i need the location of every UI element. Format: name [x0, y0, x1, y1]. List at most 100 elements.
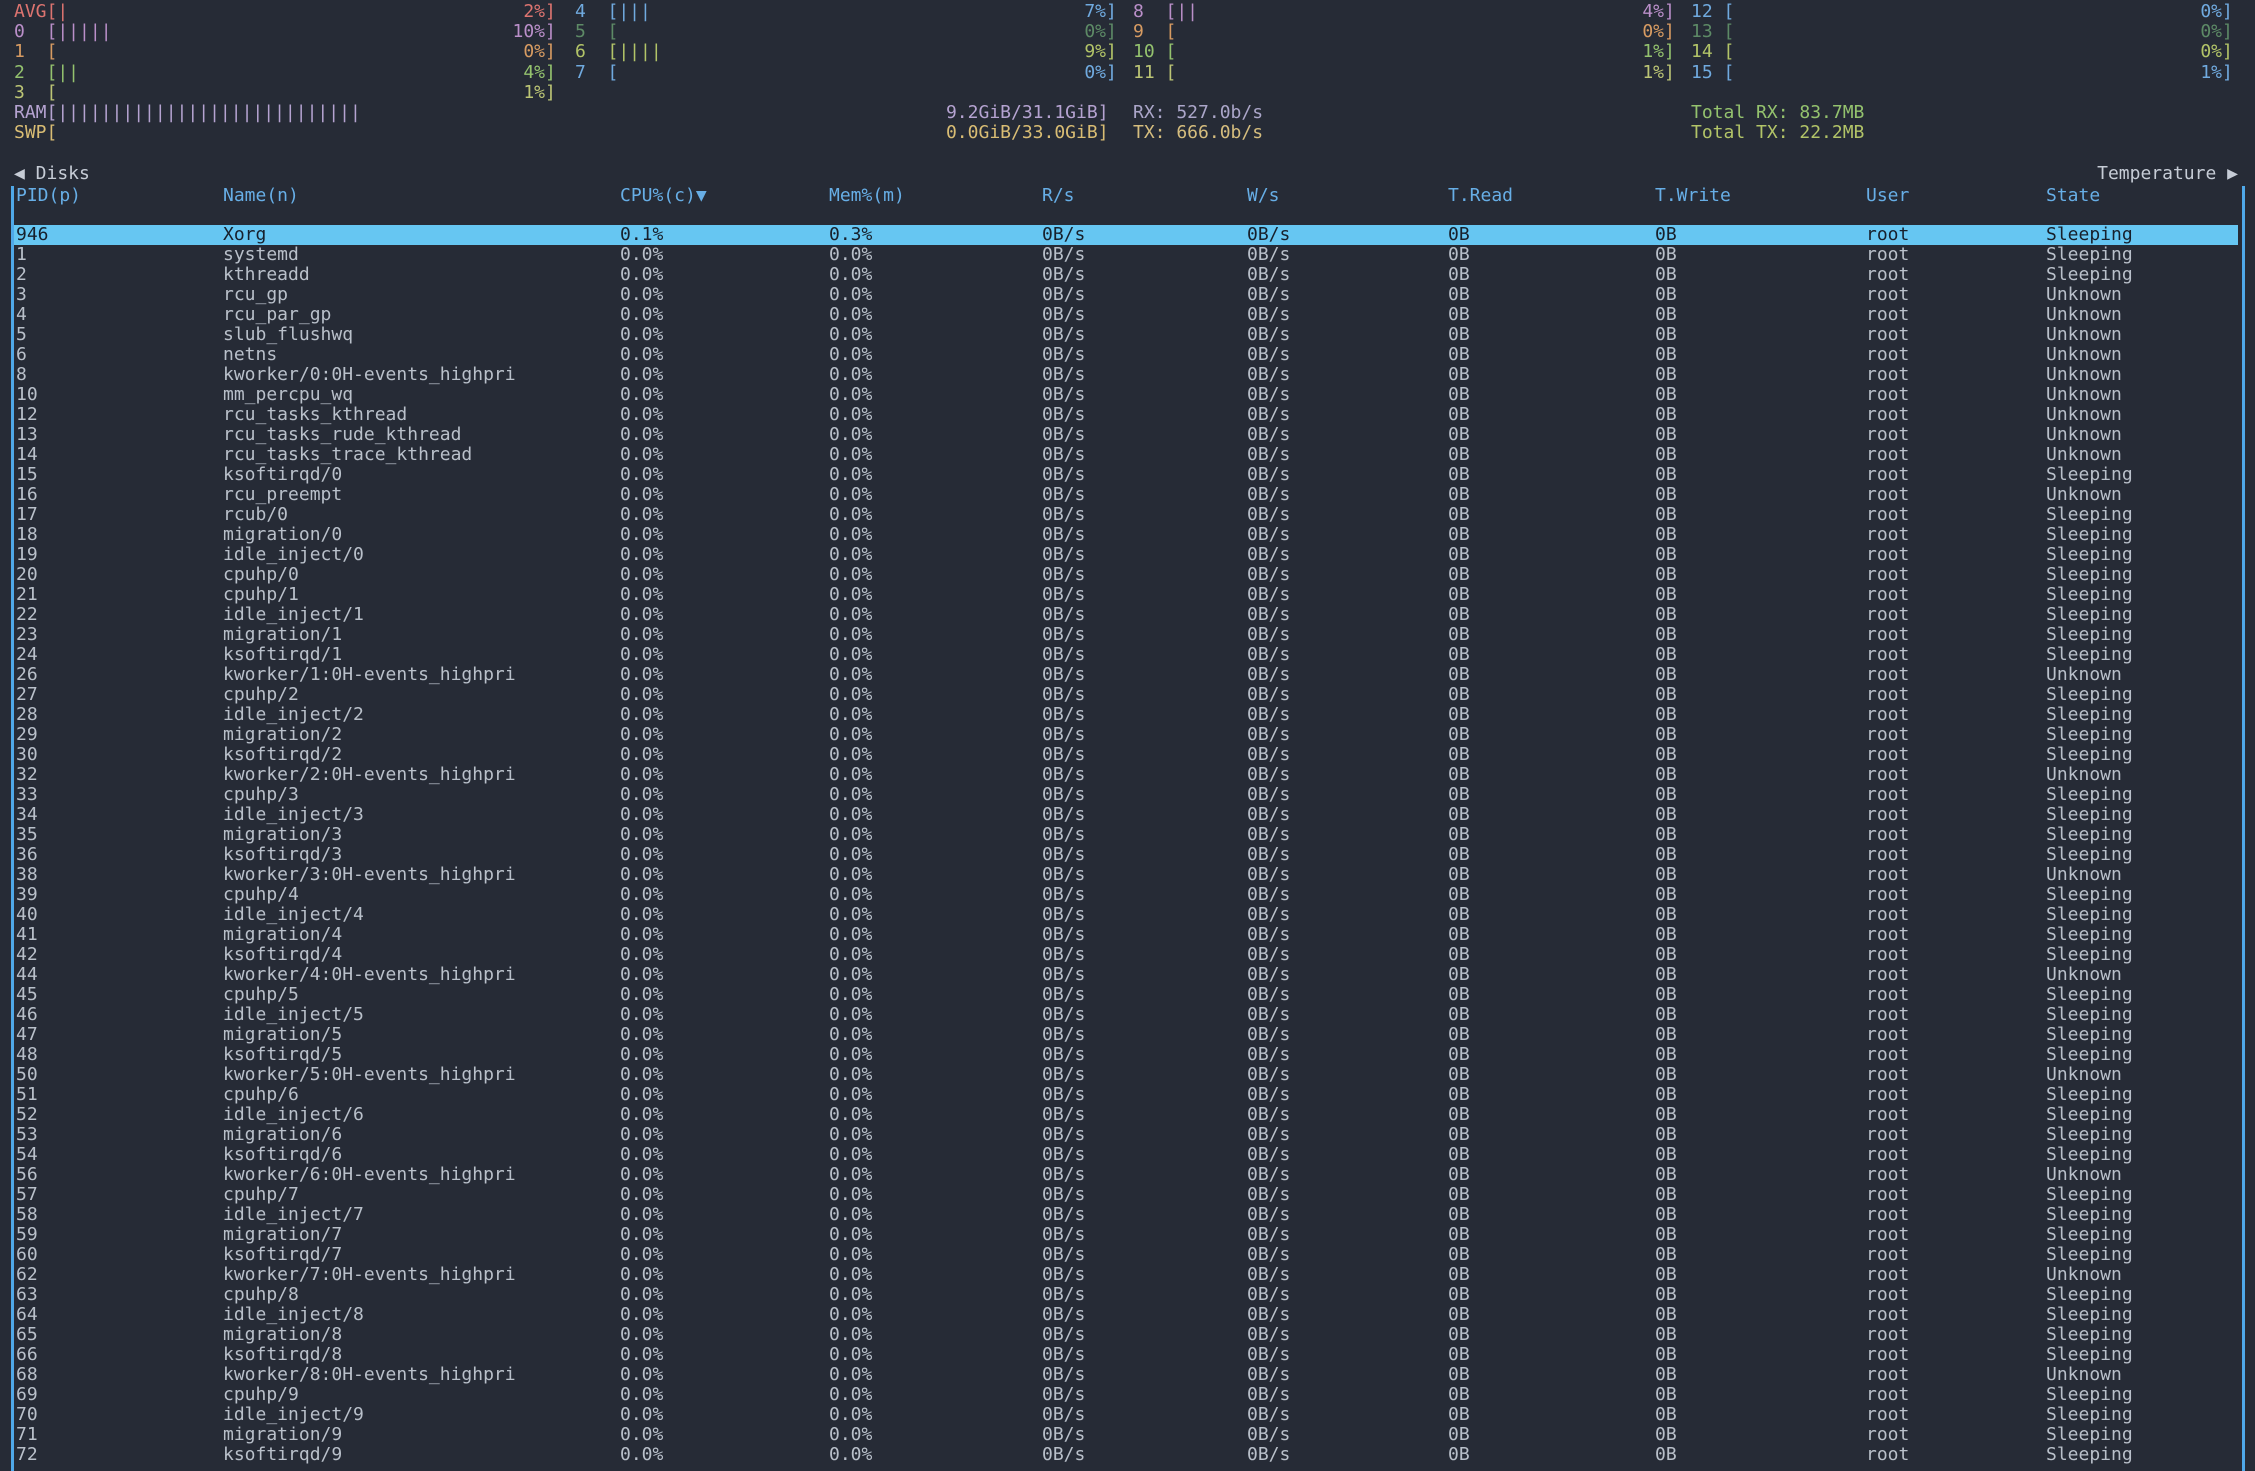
- table-row[interactable]: 20cpuhp/00.0%0.0%0B/s0B/s0B0BrootSleepin…: [14, 565, 2238, 585]
- table-row[interactable]: 8kworker/0:0H-events_highpri0.0%0.0%0B/s…: [14, 365, 2238, 385]
- cell-user: root: [1866, 1345, 1909, 1365]
- table-row[interactable]: 63cpuhp/80.0%0.0%0B/s0B/s0B0BrootSleepin…: [14, 1285, 2238, 1305]
- table-row[interactable]: 60ksoftirqd/70.0%0.0%0B/s0B/s0B0BrootSle…: [14, 1245, 2238, 1265]
- table-row[interactable]: 50kworker/5:0H-events_highpri0.0%0.0%0B/…: [14, 1065, 2238, 1085]
- table-row[interactable]: 3rcu_gp0.0%0.0%0B/s0B/s0B0BrootUnknown: [14, 285, 2238, 305]
- table-row[interactable]: 29migration/20.0%0.0%0B/s0B/s0B0BrootSle…: [14, 725, 2238, 745]
- table-row[interactable]: 52idle_inject/60.0%0.0%0B/s0B/s0B0BrootS…: [14, 1105, 2238, 1125]
- table-row[interactable]: 10mm_percpu_wq0.0%0.0%0B/s0B/s0B0BrootUn…: [14, 385, 2238, 405]
- table-row[interactable]: 34idle_inject/30.0%0.0%0B/s0B/s0B0BrootS…: [14, 805, 2238, 825]
- cell-cpu: 0.0%: [620, 1185, 663, 1205]
- cell-name: mm_percpu_wq: [223, 385, 353, 405]
- column-header-total-write[interactable]: T.Write: [1655, 186, 1731, 206]
- table-row[interactable]: 51cpuhp/60.0%0.0%0B/s0B/s0B0BrootSleepin…: [14, 1085, 2238, 1105]
- table-row[interactable]: 12rcu_tasks_kthread0.0%0.0%0B/s0B/s0B0Br…: [14, 405, 2238, 425]
- cell-write-rate: 0B/s: [1247, 805, 1290, 825]
- table-row[interactable]: 69cpuhp/90.0%0.0%0B/s0B/s0B0BrootSleepin…: [14, 1385, 2238, 1405]
- cell-mem: 0.0%: [829, 1125, 872, 1145]
- cell-total-write: 0B: [1655, 345, 1677, 365]
- table-row[interactable]: 22idle_inject/10.0%0.0%0B/s0B/s0B0BrootS…: [14, 605, 2238, 625]
- table-row[interactable]: 946Xorg0.1%0.3%0B/s0B/s0B0BrootSleeping: [14, 225, 2238, 245]
- table-row[interactable]: 30ksoftirqd/20.0%0.0%0B/s0B/s0B0BrootSle…: [14, 745, 2238, 765]
- table-row[interactable]: 28idle_inject/20.0%0.0%0B/s0B/s0B0BrootS…: [14, 705, 2238, 725]
- table-row[interactable]: 45cpuhp/50.0%0.0%0B/s0B/s0B0BrootSleepin…: [14, 985, 2238, 1005]
- table-row[interactable]: 53migration/60.0%0.0%0B/s0B/s0B0BrootSle…: [14, 1125, 2238, 1145]
- cell-cpu: 0.0%: [620, 1305, 663, 1325]
- table-row[interactable]: 54ksoftirqd/60.0%0.0%0B/s0B/s0B0BrootSle…: [14, 1145, 2238, 1165]
- table-row[interactable]: 64idle_inject/80.0%0.0%0B/s0B/s0B0BrootS…: [14, 1305, 2238, 1325]
- cell-total-write: 0B: [1655, 665, 1677, 685]
- nav-disks-button[interactable]: ◀ Disks: [14, 164, 90, 184]
- cell-write-rate: 0B/s: [1247, 725, 1290, 745]
- table-row[interactable]: 44kworker/4:0H-events_highpri0.0%0.0%0B/…: [14, 965, 2238, 985]
- cell-mem: 0.0%: [829, 1305, 872, 1325]
- column-header-name[interactable]: Name(n): [223, 186, 299, 206]
- table-row[interactable]: 68kworker/8:0H-events_highpri0.0%0.0%0B/…: [14, 1365, 2238, 1385]
- cell-pid: 6: [16, 345, 27, 365]
- table-row[interactable]: 13rcu_tasks_rude_kthread0.0%0.0%0B/s0B/s…: [14, 425, 2238, 445]
- table-row[interactable]: 71migration/90.0%0.0%0B/s0B/s0B0BrootSle…: [14, 1425, 2238, 1445]
- table-row[interactable]: 39cpuhp/40.0%0.0%0B/s0B/s0B0BrootSleepin…: [14, 885, 2238, 905]
- table-row[interactable]: 15ksoftirqd/00.0%0.0%0B/s0B/s0B0BrootSle…: [14, 465, 2238, 485]
- table-row[interactable]: 38kworker/3:0H-events_highpri0.0%0.0%0B/…: [14, 865, 2238, 885]
- cell-write-rate: 0B/s: [1247, 1065, 1290, 1085]
- table-row[interactable]: 57cpuhp/70.0%0.0%0B/s0B/s0B0BrootSleepin…: [14, 1185, 2238, 1205]
- table-row[interactable]: 62kworker/7:0H-events_highpri0.0%0.0%0B/…: [14, 1265, 2238, 1285]
- table-row[interactable]: 4rcu_par_gp0.0%0.0%0B/s0B/s0B0BrootUnkno…: [14, 305, 2238, 325]
- table-row[interactable]: 14rcu_tasks_trace_kthread0.0%0.0%0B/s0B/…: [14, 445, 2238, 465]
- table-row[interactable]: 48ksoftirqd/50.0%0.0%0B/s0B/s0B0BrootSle…: [14, 1045, 2238, 1065]
- cell-write-rate: 0B/s: [1247, 705, 1290, 725]
- table-row[interactable]: 5slub_flushwq0.0%0.0%0B/s0B/s0B0BrootUnk…: [14, 325, 2238, 345]
- cell-cpu: 0.0%: [620, 805, 663, 825]
- table-row[interactable]: 1systemd0.0%0.0%0B/s0B/s0B0BrootSleeping: [14, 245, 2238, 265]
- table-row[interactable]: 23migration/10.0%0.0%0B/s0B/s0B0BrootSle…: [14, 625, 2238, 645]
- table-row[interactable]: 65migration/80.0%0.0%0B/s0B/s0B0BrootSle…: [14, 1325, 2238, 1345]
- cell-read-rate: 0B/s: [1042, 985, 1085, 1005]
- cell-write-rate: 0B/s: [1247, 225, 1290, 245]
- table-row[interactable]: 6netns0.0%0.0%0B/s0B/s0B0BrootUnknown: [14, 345, 2238, 365]
- table-row[interactable]: 40idle_inject/40.0%0.0%0B/s0B/s0B0BrootS…: [14, 905, 2238, 925]
- table-row[interactable]: 2kthreadd0.0%0.0%0B/s0B/s0B0BrootSleepin…: [14, 265, 2238, 285]
- table-row[interactable]: 58idle_inject/70.0%0.0%0B/s0B/s0B0BrootS…: [14, 1205, 2238, 1225]
- table-row[interactable]: 21cpuhp/10.0%0.0%0B/s0B/s0B0BrootSleepin…: [14, 585, 2238, 605]
- column-header-pid[interactable]: PID(p): [16, 186, 81, 206]
- column-header-mem[interactable]: Mem%(m): [829, 186, 905, 206]
- cell-cpu: 0.0%: [620, 565, 663, 585]
- cell-write-rate: 0B/s: [1247, 1445, 1290, 1465]
- cell-write-rate: 0B/s: [1247, 1125, 1290, 1145]
- cell-user: root: [1866, 1445, 1909, 1465]
- cpu-gauge-13: 13 [ 0%]: [1691, 22, 2233, 42]
- table-row[interactable]: 59migration/70.0%0.0%0B/s0B/s0B0BrootSle…: [14, 1225, 2238, 1245]
- column-header-read-rate[interactable]: R/s: [1042, 186, 1075, 206]
- table-row[interactable]: 36ksoftirqd/30.0%0.0%0B/s0B/s0B0BrootSle…: [14, 845, 2238, 865]
- table-row[interactable]: 27cpuhp/20.0%0.0%0B/s0B/s0B0BrootSleepin…: [14, 685, 2238, 705]
- table-row[interactable]: 66ksoftirqd/80.0%0.0%0B/s0B/s0B0BrootSle…: [14, 1345, 2238, 1365]
- table-row[interactable]: 16rcu_preempt0.0%0.0%0B/s0B/s0B0BrootUnk…: [14, 485, 2238, 505]
- cell-total-read: 0B: [1448, 785, 1470, 805]
- table-row[interactable]: 70idle_inject/90.0%0.0%0B/s0B/s0B0BrootS…: [14, 1405, 2238, 1425]
- table-row[interactable]: 56kworker/6:0H-events_highpri0.0%0.0%0B/…: [14, 1165, 2238, 1185]
- table-row[interactable]: 17rcub/00.0%0.0%0B/s0B/s0B0BrootSleeping: [14, 505, 2238, 525]
- cell-pid: 62: [16, 1265, 38, 1285]
- table-row[interactable]: 32kworker/2:0H-events_highpri0.0%0.0%0B/…: [14, 765, 2238, 785]
- cpu-gauge-11: 11 [ 1%]: [1133, 63, 1675, 83]
- column-header-cpu[interactable]: CPU%(c)▼: [620, 186, 707, 206]
- column-header-user[interactable]: User: [1866, 186, 1909, 206]
- cell-name: cpuhp/7: [223, 1185, 299, 1205]
- table-row[interactable]: 18migration/00.0%0.0%0B/s0B/s0B0BrootSle…: [14, 525, 2238, 545]
- nav-temperature-button[interactable]: Temperature ▶: [2097, 164, 2238, 184]
- table-row[interactable]: 33cpuhp/30.0%0.0%0B/s0B/s0B0BrootSleepin…: [14, 785, 2238, 805]
- column-header-total-read[interactable]: T.Read: [1448, 186, 1513, 206]
- table-row[interactable]: 42ksoftirqd/40.0%0.0%0B/s0B/s0B0BrootSle…: [14, 945, 2238, 965]
- table-row[interactable]: 35migration/30.0%0.0%0B/s0B/s0B0BrootSle…: [14, 825, 2238, 845]
- table-row[interactable]: 24ksoftirqd/10.0%0.0%0B/s0B/s0B0BrootSle…: [14, 645, 2238, 665]
- cell-pid: 70: [16, 1405, 38, 1425]
- table-row[interactable]: 47migration/50.0%0.0%0B/s0B/s0B0BrootSle…: [14, 1025, 2238, 1045]
- table-row[interactable]: 26kworker/1:0H-events_highpri0.0%0.0%0B/…: [14, 665, 2238, 685]
- table-row[interactable]: 19idle_inject/00.0%0.0%0B/s0B/s0B0BrootS…: [14, 545, 2238, 565]
- table-row[interactable]: 46idle_inject/50.0%0.0%0B/s0B/s0B0BrootS…: [14, 1005, 2238, 1025]
- table-row[interactable]: 41migration/40.0%0.0%0B/s0B/s0B0BrootSle…: [14, 925, 2238, 945]
- column-header-state[interactable]: State: [2046, 186, 2100, 206]
- table-row[interactable]: 72ksoftirqd/90.0%0.0%0B/s0B/s0B0BrootSle…: [14, 1445, 2238, 1465]
- column-header-write-rate[interactable]: W/s: [1247, 186, 1280, 206]
